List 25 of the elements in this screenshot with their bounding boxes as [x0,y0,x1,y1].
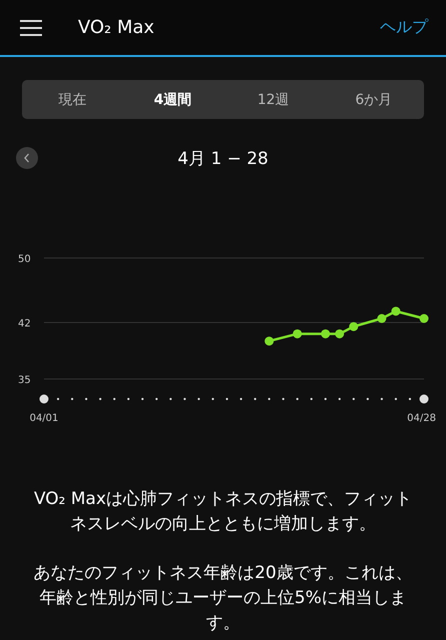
menu-icon[interactable] [20,20,42,36]
data-point [264,336,274,346]
help-link[interactable]: ヘルプ [380,17,428,38]
data-point [391,306,400,316]
info-paragraph: あなたのフィットネス年齢は20歳です。これは、年齢と性別が同じユーザーの上位5%に相当します。 [32,562,414,635]
data-point [320,329,330,338]
y-axis-label: 35 [18,375,31,386]
data-point [349,322,358,332]
data-point [335,329,344,338]
data-point [292,329,302,338]
axis-end-dot [420,394,428,404]
period-tab[interactable]: 現在 [22,80,122,119]
x-axis-label: 04/28 [407,413,436,424]
screen-title: VO₂ Max [78,17,156,38]
info-paragraph: VO₂ Maxは心肺フィットネスの指標で、フィットネスレベルの向上とともに増加します。 [32,488,414,536]
data-point [420,314,428,323]
date-range: 4月 1 − 28 [176,148,270,170]
period-tab[interactable]: 4週間 [122,80,223,119]
y-axis-label: 50 [18,254,31,265]
period-tab[interactable]: 6か月 [324,80,424,119]
y-axis-label: 42 [18,318,31,330]
x-axis-label: 04/01 [30,413,58,424]
data-point [377,314,386,323]
axis-end-dot [40,394,48,404]
period-tab[interactable]: 12週 [223,80,324,119]
